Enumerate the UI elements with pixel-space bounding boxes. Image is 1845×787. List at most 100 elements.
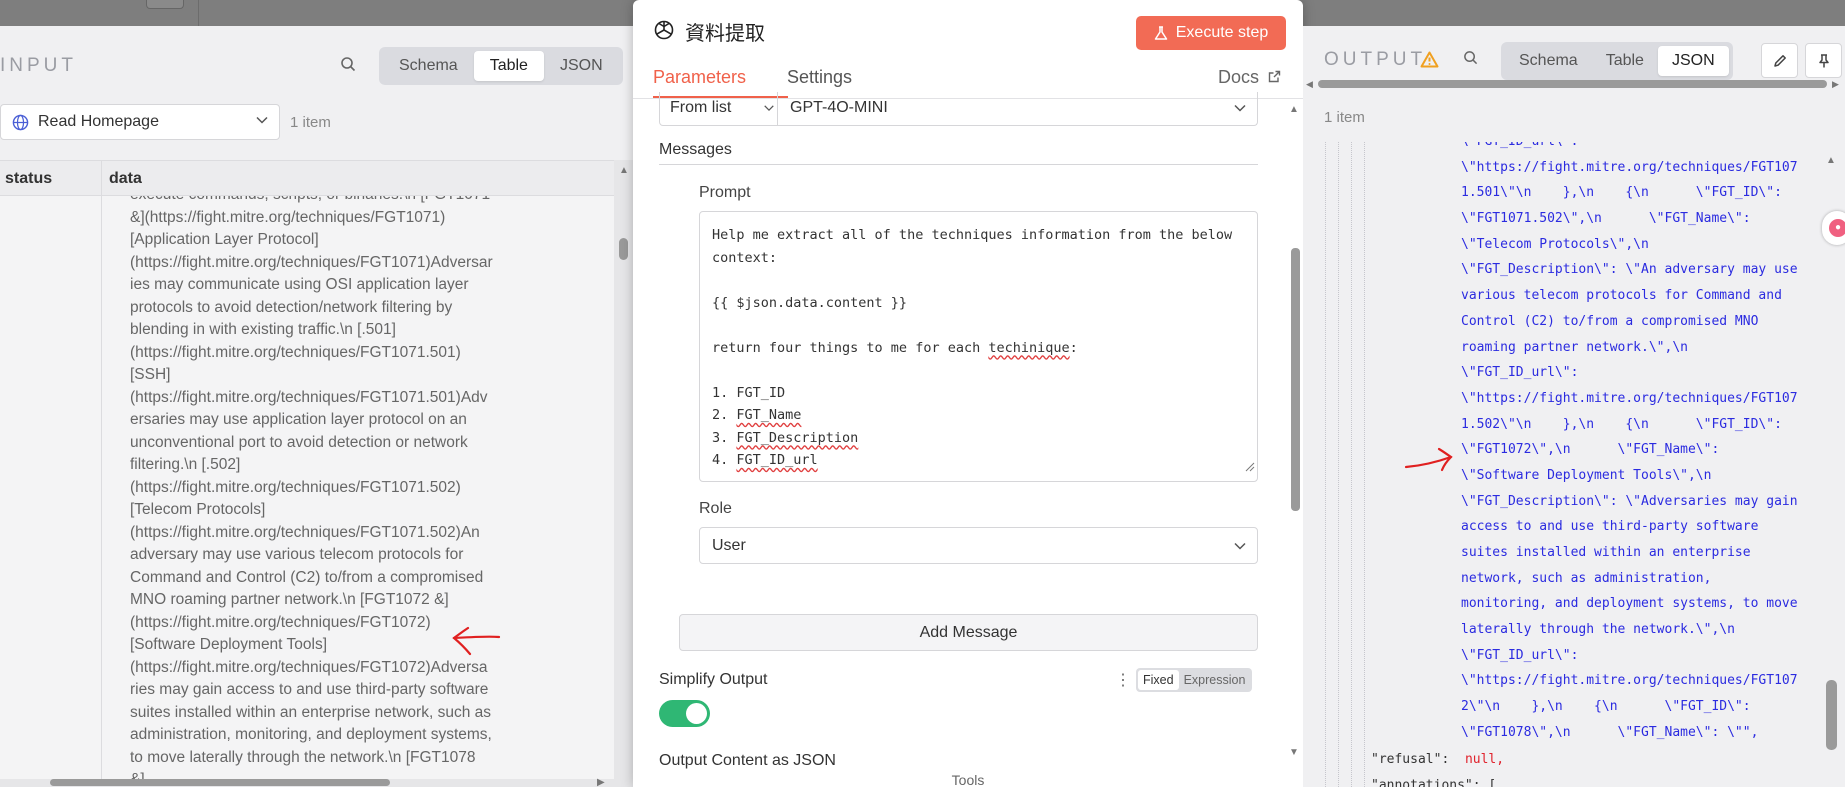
data-line: adversary may use various telecom protoc… [130,546,464,563]
execute-step-button[interactable]: Execute step [1136,16,1286,50]
json-line: access to and use third-party software [1461,519,1759,535]
output-scroll-thumb[interactable] [1826,680,1837,750]
data-line: ies may communicate using OSI applicatio… [130,276,469,293]
json-line: \"FGT_ID_url\": [1461,647,1579,663]
json-line: \"https://fight.mitre.org/techniques/FGT… [1461,159,1798,175]
node-title[interactable]: 資料提取 [685,17,765,46]
scroll-up-icon[interactable]: ▲ [1289,105,1299,115]
data-line: MNO roaming partner network.\n [FGT1072 … [130,591,449,608]
indent-guide [1325,142,1326,787]
docs-link[interactable]: Docs [1218,67,1281,88]
h-scroll-thumb[interactable] [50,779,390,786]
spellcheck-word: FGT_ID_url [736,452,818,468]
input-node-name: Read Homepage [38,113,159,130]
tab-json[interactable]: JSON [544,51,619,81]
messages-divider [659,164,1258,165]
input-vertical-scrollbar[interactable]: ▲ [614,160,633,787]
output-panel: OUTPUT Schema Table JSON ◀ ▶ 1 item \"FG… [1303,26,1845,787]
data-line: (https://fight.mitre.org/techniques/FGT1… [130,388,488,406]
role-select[interactable]: User [699,527,1258,564]
execute-step-label: Execute step [1175,24,1269,41]
chevron-down-icon[interactable] [763,101,775,119]
prompt-line: context: [712,249,778,266]
warning-icon[interactable] [1420,51,1439,73]
tab-schema[interactable]: Schema [383,51,474,81]
json-string-value: \"FGT_ID_url\": \"https://fight.mitre.org… [1461,142,1821,746]
json-line: 2\"\n },\n {\n \"FGT_ID\": [1461,699,1751,715]
chevron-down-icon[interactable] [1233,101,1247,120]
search-icon[interactable] [1463,50,1478,65]
input-horizontal-scrollbar[interactable]: ▶ [0,778,614,787]
tab-table[interactable]: Table [1592,46,1658,76]
add-message-button[interactable]: Add Message [679,614,1258,651]
tools-label: Tools [951,772,985,787]
prompt-label: Prompt [699,184,751,201]
data-line: ries may gain access to and use third-pa… [130,681,489,698]
scroll-thumb[interactable] [619,238,628,260]
kebab-menu-icon[interactable]: ⋮ [1115,670,1131,690]
json-line: \"FGT_Description\": \"An adversary may … [1461,262,1798,278]
json-line: \"https://fight.mitre.org/techniques/FGT… [1461,390,1798,406]
output-content-json-label: Output Content as JSON [659,752,836,769]
tab-settings[interactable]: Settings [787,67,852,88]
modal-scroll-thumb[interactable] [1291,248,1300,511]
scroll-left-icon[interactable]: ◀ [1306,79,1313,89]
resize-handle-icon[interactable] [1245,457,1255,480]
pencil-icon [1772,53,1788,69]
output-horizontal-scrollbar[interactable]: ◀ ▶ [1306,79,1839,89]
h-scroll-thumb[interactable] [1318,80,1827,88]
prompt-line: {{ $json.data.content }} [712,294,908,311]
scroll-down-icon[interactable]: ▼ [1289,748,1299,758]
json-viewer: \"FGT_ID_url\": \"https://fight.mitre.org… [1303,142,1829,787]
annotation-arrow-left [452,626,501,656]
json-line: \"FGT1078\",\n \"FGT_Name\": \"", [1461,724,1759,740]
tab-schema[interactable]: Schema [1505,46,1592,76]
floating-assistant-button[interactable]: ● [1822,211,1845,245]
chevron-down-icon [255,113,269,132]
tab-parameters[interactable]: Parameters [653,67,746,88]
spellcheck-word: techinique [988,339,1070,356]
model-mode-select[interactable]: From list [670,99,731,117]
edit-output-button[interactable] [1761,43,1798,78]
tab-json[interactable]: JSON [1657,46,1729,76]
data-line: ersaries may use application layer proto… [130,411,467,428]
prompt-line: return four things to me for each techin… [712,339,1078,356]
top-bar-divider [198,0,199,26]
json-line: monitoring, and deployment systems, to m… [1461,596,1798,612]
json-line: 1.502\"\n },\n {\n \"FGT_ID\": [1461,416,1782,432]
data-cell: execute commands, scripts, or binaries.\… [130,184,508,787]
search-icon[interactable] [340,56,356,72]
role-value: User [712,537,746,554]
scroll-up-icon[interactable]: ▲ [619,166,629,176]
scroll-right-icon[interactable]: ▶ [1832,79,1839,89]
output-view-switcher: Schema Table JSON [1501,42,1733,80]
json-line: Control (C2) to/from a compromised MNO [1461,313,1759,329]
data-line: blending in with existing traffic.\n [.5… [130,321,396,338]
pin-output-button[interactable] [1805,43,1842,78]
scroll-right-icon[interactable]: ▶ [597,778,605,787]
column-divider [101,160,102,787]
output-item-count: 1 item [1324,109,1365,126]
fixed-option[interactable]: Fixed [1138,670,1179,690]
node-settings-modal: 資料提取 Execute step Parameters Settings Do… [633,0,1303,787]
docs-label: Docs [1218,67,1260,87]
prompt-line [712,314,1245,337]
prompt-textarea[interactable]: Help me extract all of the techniques in… [699,211,1258,482]
prompt-line: 2. FGT_Name [712,407,802,423]
external-link-icon [1268,67,1281,88]
json-line: network, such as administration, [1461,570,1712,586]
simplify-output-toggle[interactable] [659,700,710,727]
expression-option[interactable]: Expression [1179,670,1251,690]
json-line: various telecom protocols for Command an… [1461,288,1782,304]
prompt-line: Help me extract all of the techniques in… [712,227,1233,243]
model-selector: From list GPT-4O-MINI [659,92,1258,126]
model-value-select[interactable]: GPT-4O-MINI [790,99,888,117]
messages-label: Messages [659,141,732,158]
scroll-up-icon[interactable]: ▲ [1826,156,1836,166]
column-header-data: data [109,170,142,187]
json-line: laterally through the network.\",\n [1461,622,1735,638]
input-node-select[interactable]: Read Homepage [0,104,280,140]
json-line: \"FGT1071.502\",\n \"FGT_Name\": [1461,211,1751,227]
tab-table[interactable]: Table [473,51,544,81]
data-line: (https://fight.mitre.org/techniques/FGT1… [130,343,461,361]
